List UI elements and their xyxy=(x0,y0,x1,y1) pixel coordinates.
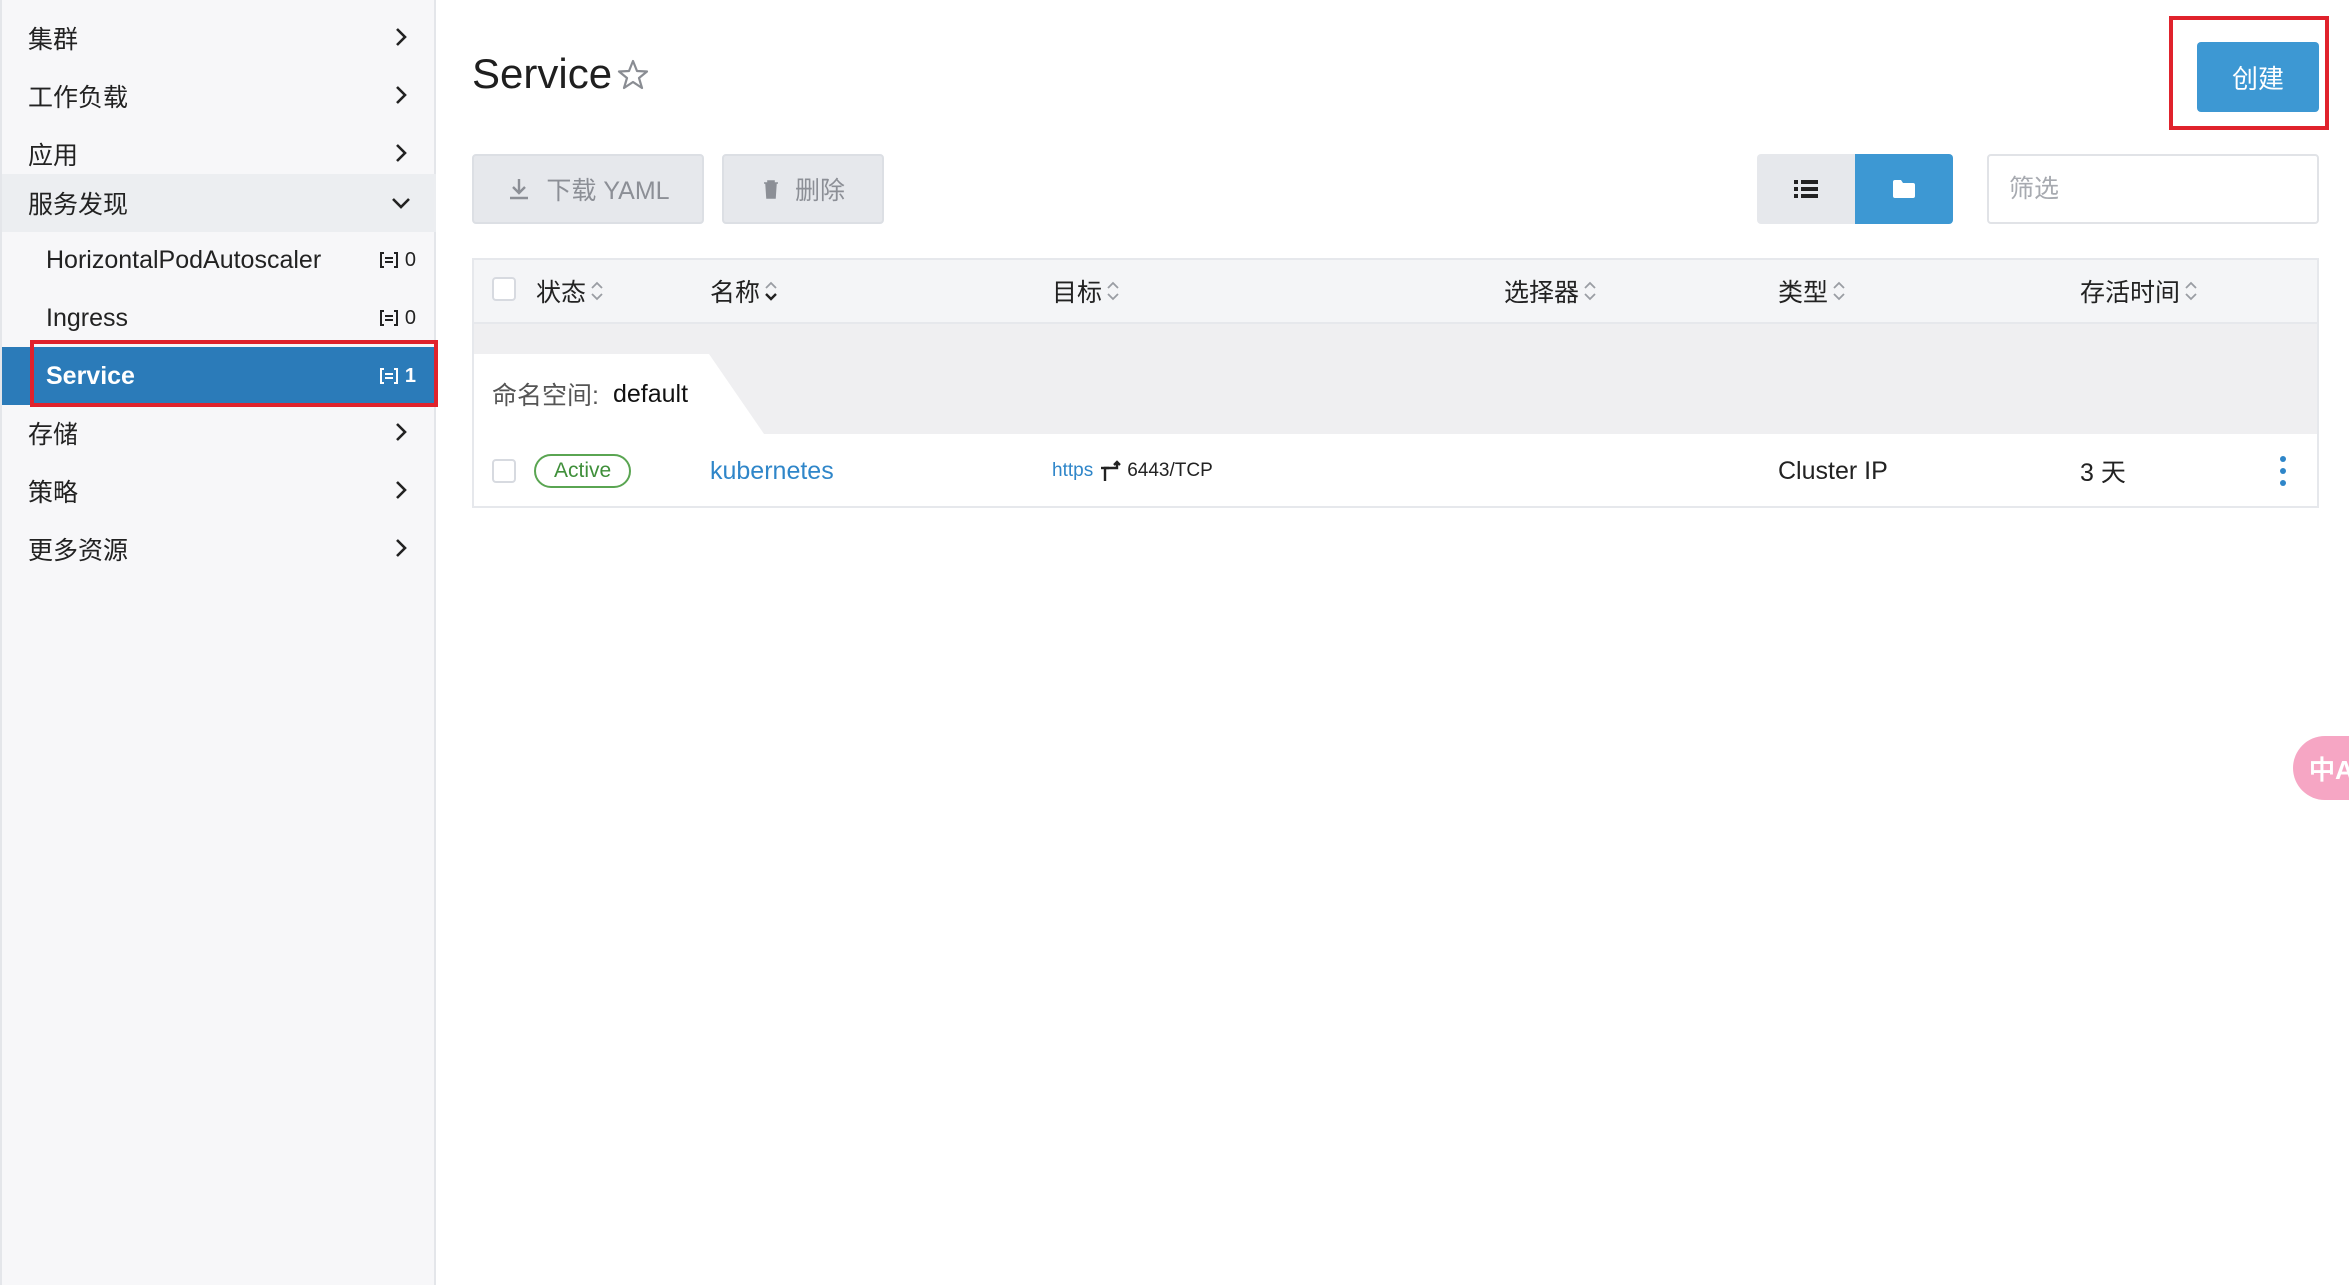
sidebar-item-ingress[interactable]: Ingress 0 xyxy=(2,290,436,346)
row-checkbox[interactable] xyxy=(492,459,516,483)
folder-icon xyxy=(1893,180,1915,198)
table-row[interactable]: Active kubernetes https 6443/TCP Cluster… xyxy=(474,434,2317,508)
target-cell: https 6443/TCP xyxy=(1052,434,1213,508)
namespace-group-row: 命名空间: default xyxy=(474,324,2317,434)
main-content: Service 创建 下载 YAML 删除 状态 名称 目标 xyxy=(436,0,2349,1285)
download-icon xyxy=(510,179,529,200)
chevron-right-icon xyxy=(396,28,407,46)
list-icon xyxy=(1794,180,1818,198)
service-table: 状态 名称 目标 选择器 类型 存活时间 命名空间: default Activ… xyxy=(472,258,2319,508)
chevron-down-icon xyxy=(392,198,410,209)
chevron-right-icon xyxy=(396,144,407,162)
status-cell: Active xyxy=(534,434,632,508)
column-header-age[interactable]: 存活时间 xyxy=(2080,260,2198,322)
table-header: 状态 名称 目标 选择器 类型 存活时间 xyxy=(474,260,2317,324)
nav-group-more-resources[interactable]: 更多资源 xyxy=(2,521,436,577)
nav-group-workload[interactable]: 工作负载 xyxy=(2,68,436,124)
chevron-right-icon xyxy=(396,423,407,441)
select-all-checkbox[interactable] xyxy=(492,277,516,301)
sort-icon xyxy=(591,281,603,301)
column-label: 选择器 xyxy=(1504,279,1580,307)
filter-input[interactable] xyxy=(1987,154,2319,224)
delete-button[interactable]: 删除 xyxy=(722,154,884,224)
column-header-name[interactable]: 名称 xyxy=(710,260,778,322)
nav-group-label: 应用 xyxy=(28,142,79,170)
status-badge: Active xyxy=(534,454,632,488)
sidebar-item-hpa[interactable]: HorizontalPodAutoscaler 0 xyxy=(2,232,436,288)
delete-label: 删除 xyxy=(794,177,845,205)
download-yaml-button[interactable]: 下载 YAML xyxy=(472,154,704,224)
create-button[interactable]: 创建 xyxy=(2197,42,2319,112)
namespace-value: default xyxy=(612,379,689,408)
nav-group-label: 集群 xyxy=(28,26,79,54)
sort-icon xyxy=(1584,281,1596,301)
sort-icon xyxy=(1833,281,1845,301)
sidebar-item-label: Service xyxy=(46,361,135,390)
nav-group-service-discovery[interactable]: 服务发现 xyxy=(2,174,436,232)
resource-count: 1 xyxy=(379,347,416,405)
age-cell: 3 天 xyxy=(2080,459,2126,487)
column-header-selector[interactable]: 选择器 xyxy=(1504,260,1597,322)
target-port: 6443/TCP xyxy=(1127,460,1213,481)
resource-icon xyxy=(379,252,398,268)
nav-group-label: 策略 xyxy=(28,479,79,507)
nav-group-label: 服务发现 xyxy=(28,191,129,219)
column-label: 存活时间 xyxy=(2080,279,2181,307)
column-label: 类型 xyxy=(1778,279,1829,307)
page-title: Service xyxy=(472,50,613,97)
sidebar-item-label: Ingress xyxy=(46,303,128,332)
nav-group-label: 更多资源 xyxy=(28,537,129,565)
trash-icon xyxy=(763,180,778,199)
sidebar: 集群 工作负载 应用 服务发现 HorizontalPodAutoscaler … xyxy=(0,0,438,1285)
column-label: 目标 xyxy=(1052,279,1103,307)
sort-icon xyxy=(2185,281,2197,301)
column-label: 名称 xyxy=(710,279,761,307)
namespace-tab: 命名空间: default xyxy=(474,354,764,434)
resource-icon xyxy=(379,310,398,326)
nav-group-policy[interactable]: 策略 xyxy=(2,463,436,519)
service-name-link[interactable]: kubernetes xyxy=(710,457,834,486)
resource-count: 0 xyxy=(379,232,416,288)
more-actions-icon[interactable] xyxy=(2279,454,2287,488)
chevron-right-icon xyxy=(396,481,407,499)
port-forward-icon xyxy=(1101,460,1122,481)
name-cell: kubernetes xyxy=(710,434,834,508)
column-header-status[interactable]: 状态 xyxy=(536,260,604,322)
translate-label: 中A xyxy=(2309,754,2349,785)
type-cell: Cluster IP xyxy=(1778,456,1888,485)
resource-count: 0 xyxy=(379,290,416,346)
nav-group-cluster[interactable]: 集群 xyxy=(2,10,436,66)
chevron-right-icon xyxy=(396,86,407,104)
target-protocol-link[interactable]: https xyxy=(1052,460,1093,482)
count-value: 0 xyxy=(404,248,416,271)
column-header-type[interactable]: 类型 xyxy=(1778,260,1846,322)
sidebar-item-label: HorizontalPodAutoscaler xyxy=(46,245,322,274)
nav-group-label: 工作负载 xyxy=(28,84,129,112)
count-value: 0 xyxy=(404,306,416,329)
nav-group-label: 存储 xyxy=(28,421,79,449)
nav-group-storage[interactable]: 存储 xyxy=(2,405,436,461)
sort-icon xyxy=(1107,281,1119,301)
folder-view-toggle[interactable] xyxy=(1855,154,1953,224)
sort-down-icon xyxy=(765,281,777,301)
download-yaml-label: 下载 YAML xyxy=(546,177,670,205)
resource-icon xyxy=(379,368,398,384)
count-value: 1 xyxy=(404,364,416,387)
chevron-right-icon xyxy=(396,539,407,557)
star-icon[interactable] xyxy=(616,58,650,92)
sidebar-item-service[interactable]: Service 1 xyxy=(2,347,436,405)
translate-button[interactable]: 中A xyxy=(2293,736,2349,800)
namespace-label: 命名空间: xyxy=(492,382,599,410)
column-label: 状态 xyxy=(536,279,587,307)
list-view-toggle[interactable] xyxy=(1757,154,1855,224)
column-header-target[interactable]: 目标 xyxy=(1052,260,1120,322)
